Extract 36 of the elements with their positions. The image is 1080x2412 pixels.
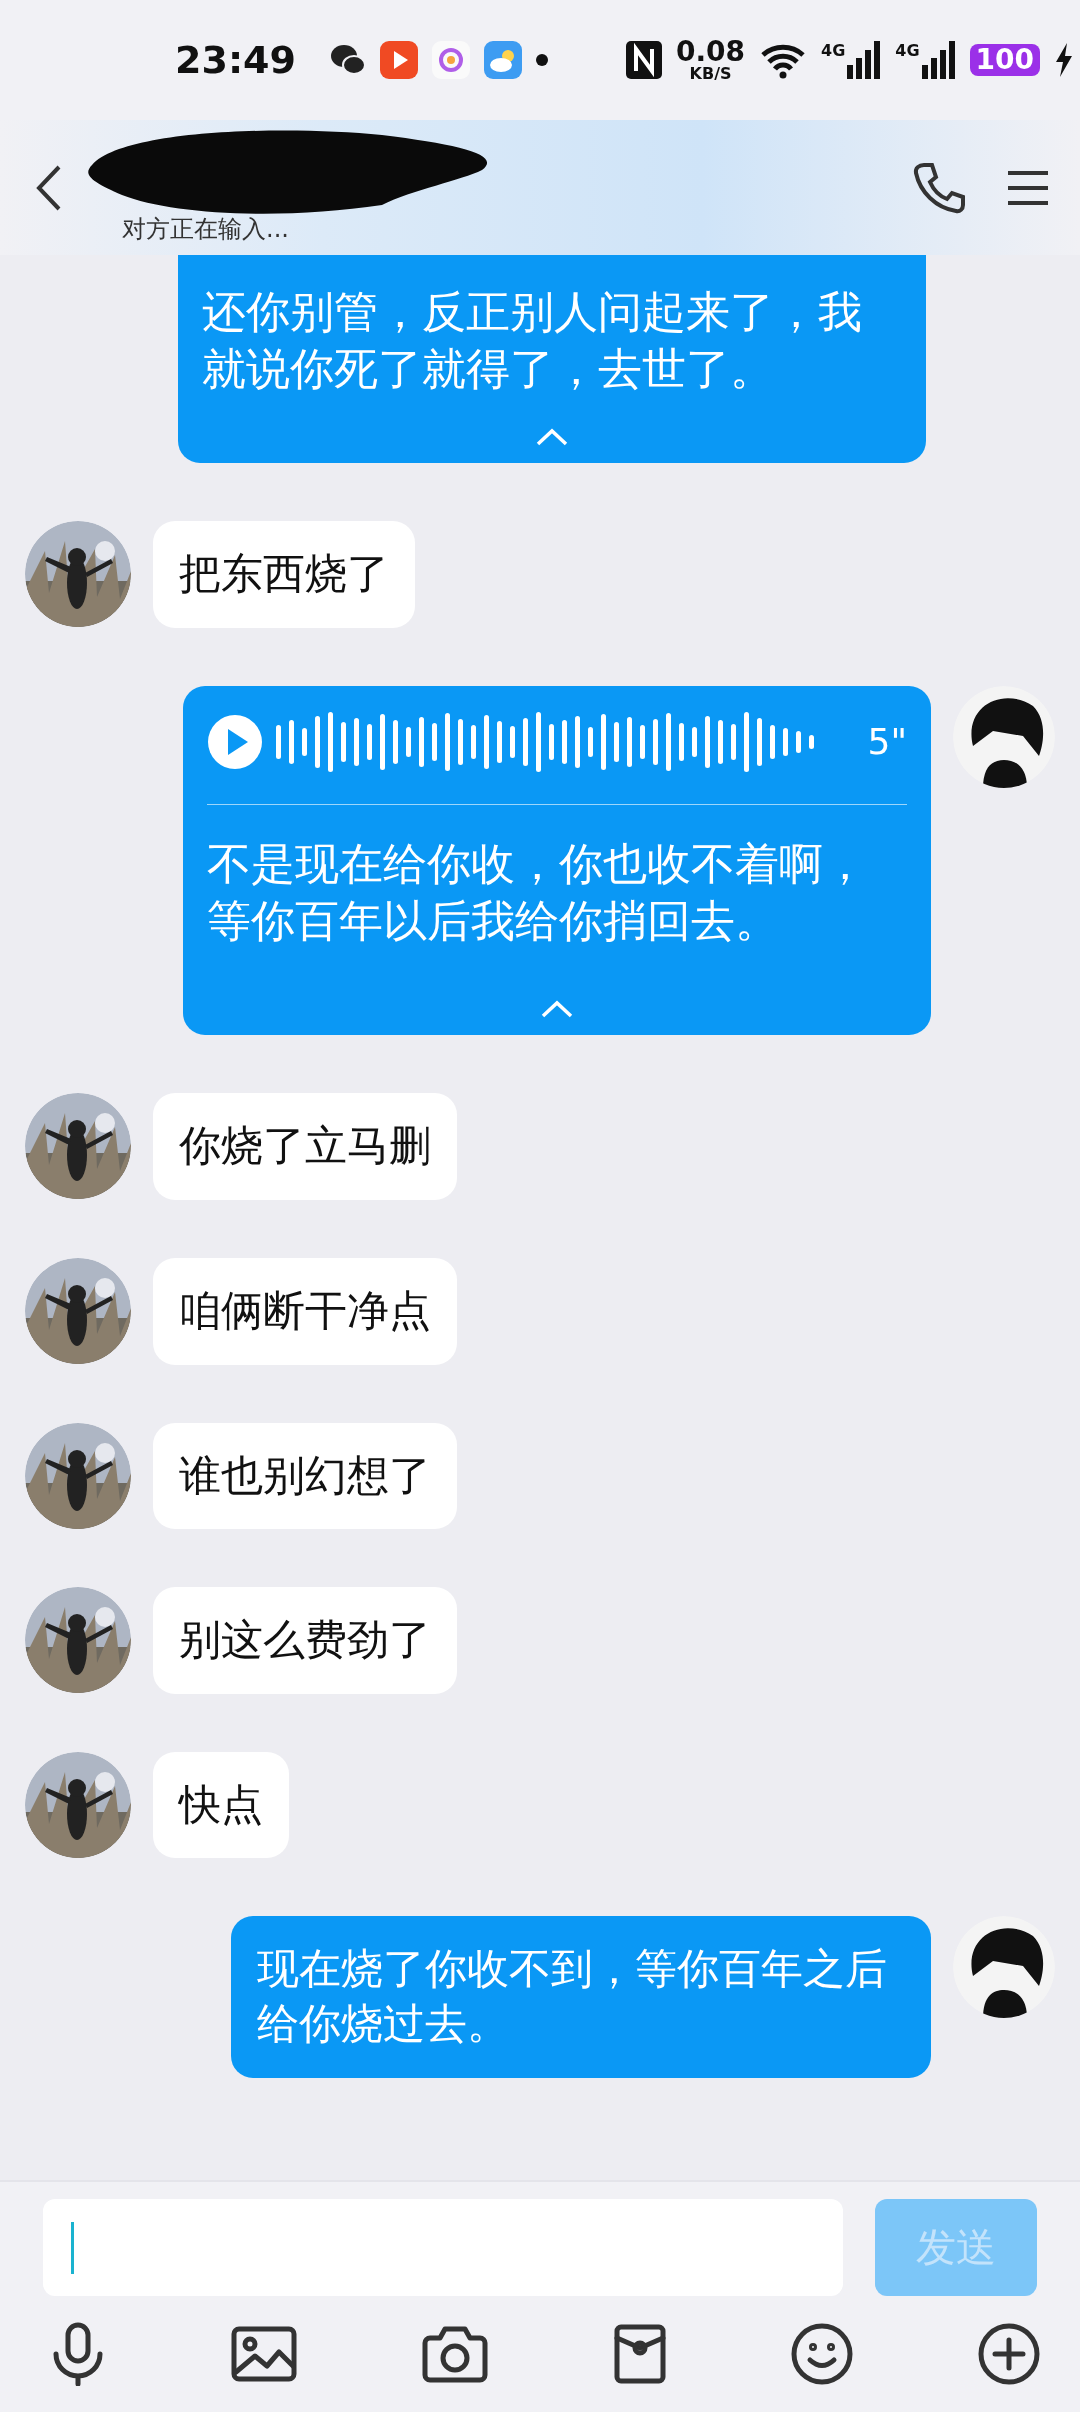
- network-type: 4G: [821, 41, 846, 60]
- net-speed: 0.08: [675, 38, 746, 66]
- app-icon: [431, 41, 470, 79]
- message-bubble: 快点: [153, 1751, 289, 1859]
- message-bubble: 把东西烧了: [153, 521, 415, 628]
- play-icon[interactable]: [207, 713, 263, 770]
- envelope-icon[interactable]: [613, 2324, 666, 2384]
- status-time: 23:49: [175, 38, 296, 82]
- nfc-icon: [625, 41, 662, 79]
- net-speed-unit: KB/S: [689, 66, 732, 82]
- signal-icon: [921, 41, 956, 79]
- collapse-caret-icon[interactable]: [540, 999, 574, 1020]
- emoji-icon[interactable]: [790, 2323, 853, 2385]
- phone-icon[interactable]: [912, 160, 966, 215]
- message-input-field[interactable]: [43, 2199, 843, 2296]
- message-bubble: 谁也别幻想了: [153, 1422, 457, 1530]
- add-icon[interactable]: [977, 2323, 1040, 2385]
- menu-icon[interactable]: [1006, 168, 1050, 207]
- dot-icon: [535, 54, 548, 66]
- weather-icon: [483, 41, 522, 79]
- transcript-text: 不是现在给你收，你也收不着啊，等你百年以后我给你捎回去。: [207, 836, 868, 949]
- message-bubble: 别这么费劲了: [153, 1587, 457, 1694]
- back-icon[interactable]: [36, 163, 62, 212]
- network-type: 4G: [895, 41, 920, 60]
- message-text: 还你别管，反正别人问起来了，我就说你死了就得了，去世了。: [202, 285, 863, 397]
- signal-icon: [847, 41, 882, 79]
- message-bubble: 咱俩断干净点: [153, 1257, 457, 1365]
- collapse-caret-icon[interactable]: [535, 427, 569, 448]
- video-app-icon: [379, 41, 418, 79]
- message-bubble: 现在烧了你收不到，等你百年之后给你烧过去。: [231, 1916, 931, 2078]
- battery-level: 100: [969, 43, 1041, 77]
- typing-status: 对方正在输入...: [122, 214, 290, 245]
- camera-icon[interactable]: [422, 2325, 489, 2383]
- image-icon[interactable]: [231, 2326, 298, 2382]
- voice-duration: 5": [867, 721, 907, 763]
- message-bubble: 你烧了立马删: [153, 1093, 457, 1200]
